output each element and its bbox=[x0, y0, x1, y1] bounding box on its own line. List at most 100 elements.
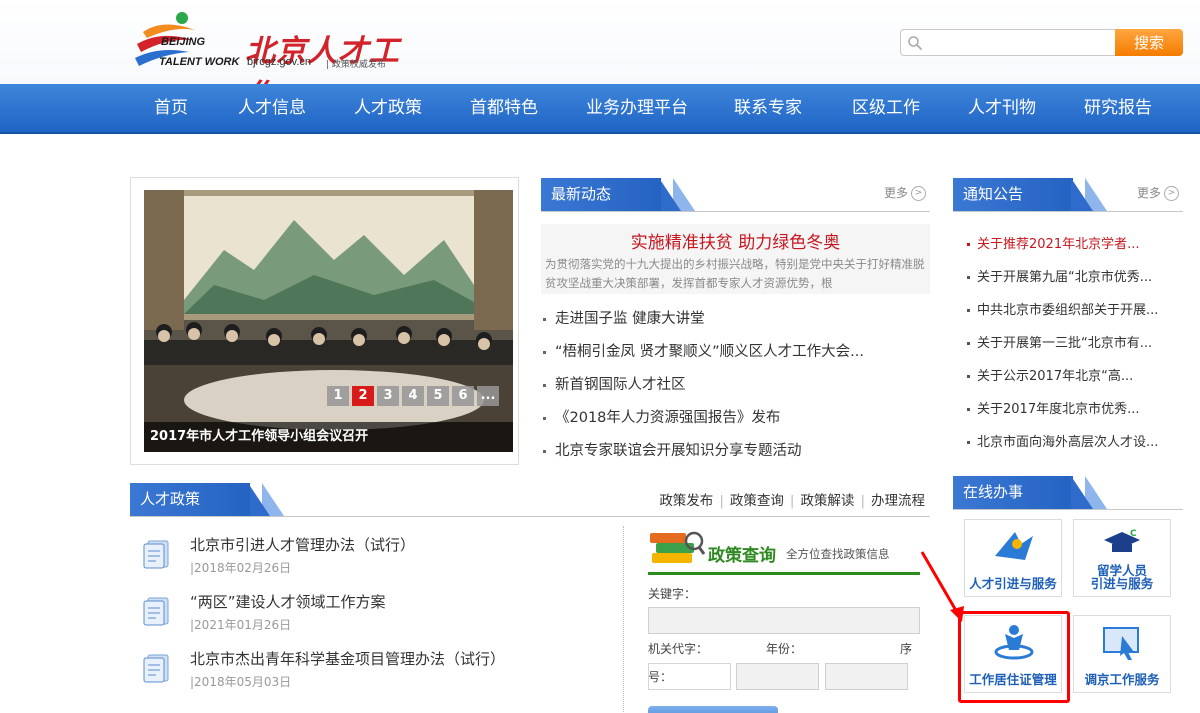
notice-section-header: 通知公告 更多 > bbox=[953, 178, 1183, 212]
query-submit-button[interactable] bbox=[648, 706, 778, 713]
policy-item[interactable]: “两区”建设人才领域工作方案 |2021年01月26日 bbox=[138, 587, 608, 644]
news-item[interactable]: 《2018年人力资源强国报告》发布 bbox=[541, 402, 930, 435]
policy-section-title: 人才政策 bbox=[130, 483, 250, 516]
service-transfer-to-beijing[interactable]: 调京工作服务 bbox=[1073, 615, 1171, 693]
notice-item[interactable]: 关于公示2017年北京“高... bbox=[961, 360, 1183, 393]
logo-slogan: | 政策权威发布 bbox=[326, 60, 386, 70]
keyword-label: 关键字： bbox=[648, 587, 697, 601]
year-label: 年份： bbox=[766, 642, 803, 656]
logo-english-1: BEIJING bbox=[161, 36, 206, 48]
news-headline[interactable]: 实施精准扶贫 助力绿色冬奥 为贯彻落实党的十九大提出的乡村振兴战略，特别是党中央… bbox=[541, 224, 930, 294]
svg-text:C: C bbox=[1130, 529, 1137, 539]
policy-link-query[interactable]: 政策查询 bbox=[730, 493, 784, 509]
news-item[interactable]: 走进国子监 健康大讲堂 bbox=[541, 303, 930, 336]
policy-query-panel: 政策查询 全方位查找政策信息 关键字： 机关代字： 年份： 序 号： bbox=[648, 523, 920, 713]
news-list: 走进国子监 健康大讲堂 “梧桐引金凤 贤才聚顺义”顺义区人才工作大会... 新首… bbox=[541, 303, 930, 468]
nav-item-contact-experts[interactable]: 联系专家 bbox=[728, 84, 808, 132]
service-label: 人才引进与服务 bbox=[969, 576, 1057, 591]
divider bbox=[623, 526, 624, 713]
document-icon bbox=[143, 540, 169, 569]
tab-decoration bbox=[248, 483, 270, 516]
service-overseas-returnees[interactable]: C 留学人员 引进与服务 bbox=[1073, 519, 1171, 597]
slide-page-3[interactable]: 3 bbox=[377, 386, 399, 406]
graduation-icon: C bbox=[1104, 529, 1140, 552]
separator: | bbox=[719, 493, 724, 509]
policy-link-publish[interactable]: 政策发布 bbox=[659, 493, 713, 509]
policy-title[interactable]: 北京市引进人才管理办法（试行） bbox=[190, 534, 415, 555]
news-section-title: 最新动态 bbox=[541, 178, 661, 211]
search-input[interactable] bbox=[925, 32, 1111, 53]
notice-item[interactable]: 关于开展第九届“北京市优秀... bbox=[961, 261, 1183, 294]
policy-date: |2018年05月03日 bbox=[190, 675, 292, 689]
notice-item[interactable]: 北京市面向海外高层次人才设... bbox=[961, 426, 1183, 459]
monitor-icon bbox=[1103, 627, 1139, 660]
keyword-input[interactable] bbox=[648, 607, 920, 634]
nav-item-business-platform[interactable]: 业务办理平台 bbox=[582, 84, 692, 132]
news-item[interactable]: 北京专家联谊会开展知识分享专题活动 bbox=[541, 435, 930, 468]
meeting-photo bbox=[144, 190, 513, 452]
notice-list: 关于推荐2021年北京学者... 关于开展第九届“北京市优秀... 中共北京市委… bbox=[961, 228, 1183, 459]
headline-title[interactable]: 实施精准扶贫 助力绿色冬奥 bbox=[541, 228, 930, 253]
divider bbox=[648, 572, 920, 575]
slide-page-2[interactable]: 2 bbox=[352, 386, 374, 406]
books-icon bbox=[650, 531, 706, 563]
nav-item-research-reports[interactable]: 研究报告 bbox=[1078, 84, 1158, 132]
chevron-right-icon: > bbox=[911, 186, 926, 201]
notice-item[interactable]: 关于推荐2021年北京学者... bbox=[961, 228, 1183, 261]
news-item[interactable]: 新首钢国际人才社区 bbox=[541, 369, 930, 402]
more-label: 更多 bbox=[883, 186, 908, 200]
slideshow-image[interactable]: 2017年市人才工作领导小组会议召开 bbox=[144, 190, 513, 452]
policy-list: 北京市引进人才管理办法（试行） |2018年02月26日 “两区”建设人才领域工… bbox=[138, 530, 608, 701]
nav-item-talent-policy[interactable]: 人才政策 bbox=[348, 84, 428, 132]
tab-decoration bbox=[1071, 178, 1093, 211]
policy-item[interactable]: 北京市杰出青年科学基金项目管理办法（试行） |2018年05月03日 bbox=[138, 644, 608, 701]
sequence-label: 序 bbox=[900, 642, 913, 656]
chevron-right-icon: > bbox=[1164, 186, 1179, 201]
notice-item[interactable]: 中共北京市委组织部关于开展... bbox=[961, 294, 1183, 327]
slide-page-more[interactable]: ... bbox=[477, 386, 499, 406]
slideshow-caption[interactable]: 2017年市人才工作领导小组会议召开 bbox=[144, 422, 513, 452]
service-talent-introduction[interactable]: 人才引进与服务 bbox=[964, 519, 1062, 597]
notice-item[interactable]: 关于开展第一三批“北京市有... bbox=[961, 327, 1183, 360]
more-label: 更多 bbox=[1136, 186, 1161, 200]
policy-item[interactable]: 北京市引进人才管理办法（试行） |2018年02月26日 bbox=[138, 530, 608, 587]
notice-more-link[interactable]: 更多 > bbox=[1137, 184, 1179, 201]
headline-summary: 为贯彻落实党的十九大提出的乡村振兴战略，特别是党中央关于打好精准脱贫攻坚战重大决… bbox=[545, 257, 925, 290]
org-code-input[interactable] bbox=[648, 663, 731, 690]
nav-item-district-work[interactable]: 区级工作 bbox=[846, 84, 926, 132]
policy-date: |2021年01月26日 bbox=[190, 618, 292, 632]
search-box bbox=[900, 29, 1116, 56]
search-icon bbox=[908, 36, 923, 51]
query-title: 政策查询 bbox=[708, 546, 776, 566]
site-header: BEIJING TALENT WORK 北京人才工作 bjrcgz.gov.cn… bbox=[0, 0, 1200, 113]
main-nav: 首页 人才信息 人才政策 首都特色 业务办理平台 联系专家 区级工作 人才刊物 … bbox=[0, 84, 1200, 134]
policy-link-interpret[interactable]: 政策解读 bbox=[800, 493, 854, 509]
search-button[interactable]: 搜索 bbox=[1115, 29, 1183, 56]
slide-page-4[interactable]: 4 bbox=[402, 386, 424, 406]
nav-item-capital-features[interactable]: 首都特色 bbox=[464, 84, 544, 132]
slideshow: 2017年市人才工作领导小组会议召开 1 2 3 4 5 6 ... bbox=[130, 177, 519, 465]
tab-decoration bbox=[659, 178, 681, 211]
policy-date: |2018年02月26日 bbox=[190, 561, 292, 575]
site-logo[interactable]: BEIJING TALENT WORK 北京人才工作 bjrcgz.gov.cn… bbox=[133, 10, 413, 113]
nav-item-talent-journal[interactable]: 人才刊物 bbox=[962, 84, 1042, 132]
policy-title[interactable]: “两区”建设人才领域工作方案 bbox=[190, 591, 386, 612]
notice-item[interactable]: 关于2017年度北京市优秀... bbox=[961, 393, 1183, 426]
news-item[interactable]: “梧桐引金凤 贤才聚顺义”顺义区人才工作大会... bbox=[541, 336, 930, 369]
policy-title[interactable]: 北京市杰出青年科学基金项目管理办法（试行） bbox=[190, 648, 505, 669]
nav-item-talent-info[interactable]: 人才信息 bbox=[232, 84, 312, 132]
annotation-highlight-box bbox=[958, 611, 1070, 703]
nav-item-home[interactable]: 首页 bbox=[140, 84, 202, 132]
policy-link-process[interactable]: 办理流程 bbox=[871, 493, 925, 509]
year-input[interactable] bbox=[736, 663, 819, 690]
service-label: 调京工作服务 bbox=[1084, 672, 1160, 687]
slide-page-6[interactable]: 6 bbox=[452, 386, 474, 406]
online-section-header: 在线办事 bbox=[953, 476, 1183, 510]
slide-page-5[interactable]: 5 bbox=[427, 386, 449, 406]
notice-section-title: 通知公告 bbox=[953, 178, 1073, 211]
online-section-title: 在线办事 bbox=[953, 476, 1073, 509]
news-more-link[interactable]: 更多 > bbox=[884, 184, 926, 201]
slide-page-1[interactable]: 1 bbox=[327, 386, 349, 406]
sequence-input[interactable] bbox=[825, 663, 908, 690]
logo-url: bjrcgz.gov.cn bbox=[247, 56, 311, 68]
